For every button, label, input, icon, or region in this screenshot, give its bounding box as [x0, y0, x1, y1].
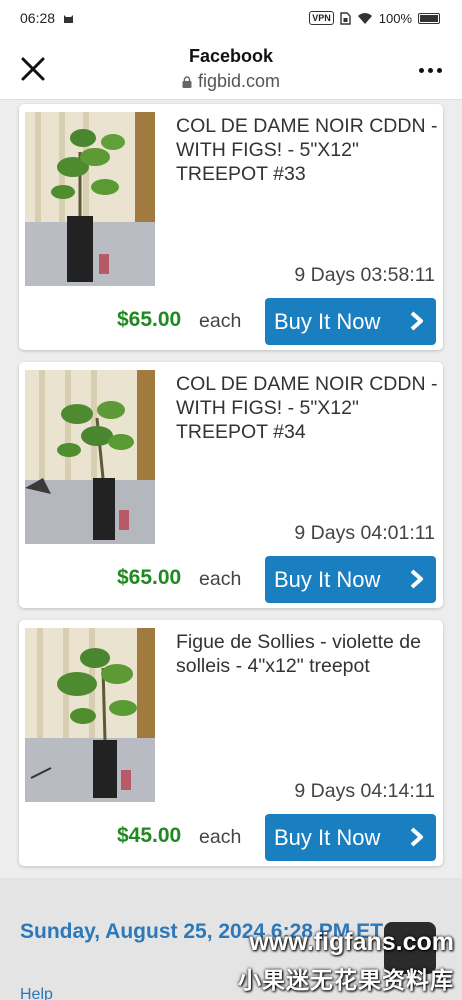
sim-icon	[340, 11, 351, 25]
time-left: 9 Days 04:01:11	[294, 522, 435, 544]
buy-button-label: Buy It Now	[274, 824, 381, 850]
browser-header: Facebook figbid.com	[0, 36, 462, 100]
more-options-button[interactable]	[416, 56, 444, 84]
price-unit: each	[199, 568, 242, 590]
buy-it-now-button[interactable]: Buy It Now	[265, 814, 436, 861]
vpn-icon: VPN	[309, 11, 334, 25]
fig-tree-photo[interactable]	[25, 370, 155, 544]
battery-icon	[418, 12, 440, 24]
status-time: 06:28	[20, 10, 56, 26]
buy-button-label: Buy It Now	[274, 308, 381, 334]
price-unit: each	[199, 310, 242, 332]
chevron-right-icon	[410, 311, 423, 331]
lock-icon	[182, 75, 192, 88]
price: $45.00	[117, 824, 182, 847]
listing-card: COL DE DAME NOIR CDDN - WITH FIGS! - 5"X…	[19, 362, 443, 608]
chevron-right-icon	[410, 569, 423, 589]
buy-button-label: Buy It Now	[274, 566, 381, 592]
more-dot-icon	[418, 67, 424, 73]
listing-title[interactable]: COL DE DAME NOIR CDDN - WITH FIGS! - 5"X…	[176, 372, 438, 444]
price-unit: each	[199, 826, 242, 848]
fig-tree-photo[interactable]	[25, 628, 155, 802]
price: $65.00	[117, 566, 182, 589]
help-link[interactable]: Help	[20, 986, 53, 1000]
price: $65.00	[117, 308, 182, 331]
buy-it-now-button[interactable]: Buy It Now	[265, 556, 436, 603]
fig-tree-photo[interactable]	[25, 112, 155, 286]
listing-title[interactable]: COL DE DAME NOIR CDDN - WITH FIGS! - 5"X…	[176, 114, 438, 186]
more-dot-icon	[436, 67, 442, 73]
listing-title[interactable]: Figue de Sollies - violette de solleis -…	[176, 630, 438, 678]
page-url: figbid.com	[197, 71, 281, 91]
buy-it-now-button[interactable]: Buy It Now	[265, 298, 436, 345]
chevron-right-icon	[410, 827, 423, 847]
cat-notification-icon	[64, 14, 74, 23]
status-bar: 06:28 VPN 100%	[0, 0, 462, 36]
watermark: www.figfans.com 小果迷无花果资料库	[238, 928, 454, 995]
more-dot-icon	[427, 67, 433, 73]
watermark-url: www.figfans.com	[249, 928, 454, 956]
page-title: Facebook	[188, 46, 274, 66]
time-left: 9 Days 04:14:11	[294, 780, 435, 802]
time-left: 9 Days 03:58:11	[294, 264, 435, 286]
battery-percent: 100%	[378, 10, 412, 26]
listing-card: Figue de Sollies - violette de solleis -…	[19, 620, 443, 866]
listing-card: COL DE DAME NOIR CDDN - WITH FIGS! - 5"X…	[19, 104, 443, 350]
wifi-icon	[357, 12, 372, 24]
watermark-caption: 小果迷无花果资料库	[238, 967, 454, 993]
